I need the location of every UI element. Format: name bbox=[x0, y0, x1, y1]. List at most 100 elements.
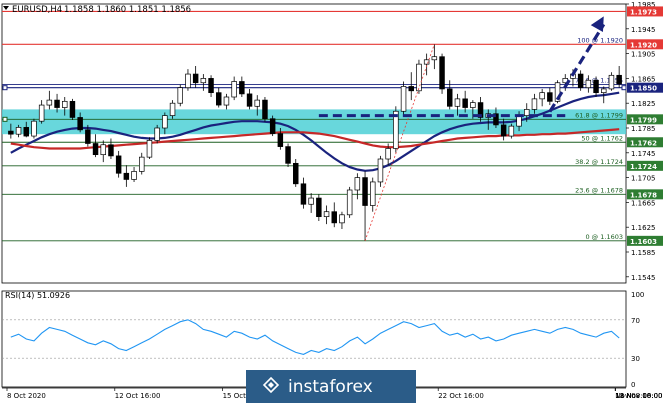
candle[interactable] bbox=[154, 124, 160, 144]
candle[interactable] bbox=[262, 97, 268, 122]
candle[interactable] bbox=[346, 186, 353, 218]
candle[interactable] bbox=[177, 84, 183, 107]
symbol-label: EURUSD,H4 bbox=[12, 5, 62, 15]
price-badge-label: 1.1724 bbox=[630, 163, 657, 171]
time-tick-label: 12 Oct 16:00 bbox=[115, 392, 161, 400]
candle-body bbox=[192, 73, 199, 84]
candle-body bbox=[285, 146, 291, 164]
candle-body bbox=[454, 98, 461, 107]
candle-body bbox=[362, 177, 368, 206]
price-badge-label: 1.1762 bbox=[630, 139, 657, 147]
candle-body bbox=[146, 140, 153, 158]
candle-body bbox=[31, 120, 37, 137]
candle-body bbox=[616, 74, 622, 85]
candle-body bbox=[185, 73, 191, 89]
candle[interactable] bbox=[316, 194, 322, 221]
candle-body bbox=[108, 144, 114, 157]
rsi-tick-label: 30 bbox=[631, 355, 640, 363]
candle[interactable] bbox=[69, 98, 76, 120]
candle-body bbox=[331, 211, 337, 224]
candle-body bbox=[69, 100, 76, 118]
time-tick-label: 22 Oct 16:00 bbox=[438, 392, 484, 400]
candle-body bbox=[8, 130, 14, 135]
candle-body bbox=[38, 104, 45, 122]
candle-body bbox=[339, 214, 345, 224]
candle-body bbox=[547, 92, 553, 102]
candle[interactable] bbox=[377, 155, 384, 187]
candle-body bbox=[385, 148, 391, 160]
candle-body bbox=[400, 86, 407, 112]
candle[interactable] bbox=[393, 106, 399, 153]
price-chart[interactable]: 100 @ 1.192078.6 @ 1.185561.8 @ 1.179950… bbox=[0, 0, 665, 403]
candle[interactable] bbox=[400, 81, 407, 116]
candle-body bbox=[208, 78, 214, 94]
candle-body bbox=[370, 181, 376, 206]
candle-body bbox=[593, 79, 599, 94]
candle-body bbox=[23, 127, 29, 137]
candle-body bbox=[269, 118, 276, 134]
rsi-label: RSI(14) 51.0926 bbox=[5, 291, 70, 300]
candle[interactable] bbox=[269, 115, 276, 137]
candle-body bbox=[231, 81, 237, 98]
candle-body bbox=[539, 92, 545, 100]
candle-body bbox=[531, 98, 538, 110]
candle[interactable] bbox=[146, 137, 153, 159]
fib-label-3: 50 @ 1.1762 bbox=[581, 134, 623, 142]
candle-body bbox=[15, 127, 22, 135]
candle-body bbox=[254, 99, 260, 107]
price-tick-label: 1.1905 bbox=[631, 51, 656, 59]
candle-body bbox=[500, 124, 507, 137]
pivot-line-handle[interactable] bbox=[2, 85, 8, 91]
price-tick-label: 1.1625 bbox=[631, 224, 656, 232]
candle[interactable] bbox=[293, 159, 299, 187]
candle-body bbox=[77, 117, 83, 131]
pivot-line-handle-right[interactable] bbox=[621, 85, 627, 91]
candle-body bbox=[601, 88, 607, 94]
candle[interactable] bbox=[608, 72, 615, 91]
candle-body bbox=[115, 155, 122, 174]
candle[interactable] bbox=[31, 118, 37, 139]
candle-body bbox=[516, 115, 522, 127]
candle[interactable] bbox=[169, 100, 176, 119]
watermark: instaforex bbox=[246, 370, 416, 403]
price-tick-label: 1.1705 bbox=[631, 175, 656, 183]
candle-body bbox=[200, 78, 207, 84]
candle-body bbox=[323, 211, 330, 218]
fib-handle[interactable] bbox=[2, 116, 8, 122]
candle-body bbox=[439, 56, 445, 90]
candle-body bbox=[431, 56, 438, 61]
candle[interactable] bbox=[439, 53, 445, 94]
price-tick-label: 1.1545 bbox=[631, 274, 656, 282]
fib-label-0: 100 @ 1.1920 bbox=[577, 36, 623, 44]
candle[interactable] bbox=[285, 143, 291, 168]
candle-body bbox=[46, 99, 53, 106]
candle-body bbox=[447, 88, 453, 107]
candle-body bbox=[62, 100, 68, 108]
candle-body bbox=[85, 129, 91, 144]
candle-body bbox=[585, 79, 592, 89]
candle-body bbox=[239, 81, 245, 95]
fib-label-5: 23.6 @ 1.1678 bbox=[575, 186, 623, 194]
candle-body bbox=[223, 96, 230, 106]
candle-body bbox=[277, 133, 284, 147]
price-tick-label: 1.1745 bbox=[631, 150, 656, 158]
candle-body bbox=[524, 109, 530, 116]
candle-body bbox=[408, 86, 414, 92]
candle-body bbox=[508, 125, 515, 137]
candle-body bbox=[470, 102, 476, 108]
price-tick-label: 1.1825 bbox=[631, 100, 656, 108]
rsi-tick-label: 100 bbox=[631, 291, 644, 299]
candle-body bbox=[377, 158, 384, 183]
candle-body bbox=[54, 99, 60, 108]
price-tick-label: 1.1865 bbox=[631, 75, 656, 83]
candle-body bbox=[608, 74, 615, 90]
price-tick-label: 1.1785 bbox=[631, 125, 656, 133]
candle-body bbox=[216, 92, 222, 106]
candle[interactable] bbox=[508, 123, 515, 139]
price-tick-label: 1.1945 bbox=[631, 26, 656, 34]
price-badge-label: 1.1850 bbox=[630, 85, 657, 93]
candle-body bbox=[346, 189, 353, 216]
candle-body bbox=[462, 98, 468, 108]
price-badge-label: 1.1603 bbox=[630, 238, 657, 246]
candle-body bbox=[300, 183, 307, 205]
